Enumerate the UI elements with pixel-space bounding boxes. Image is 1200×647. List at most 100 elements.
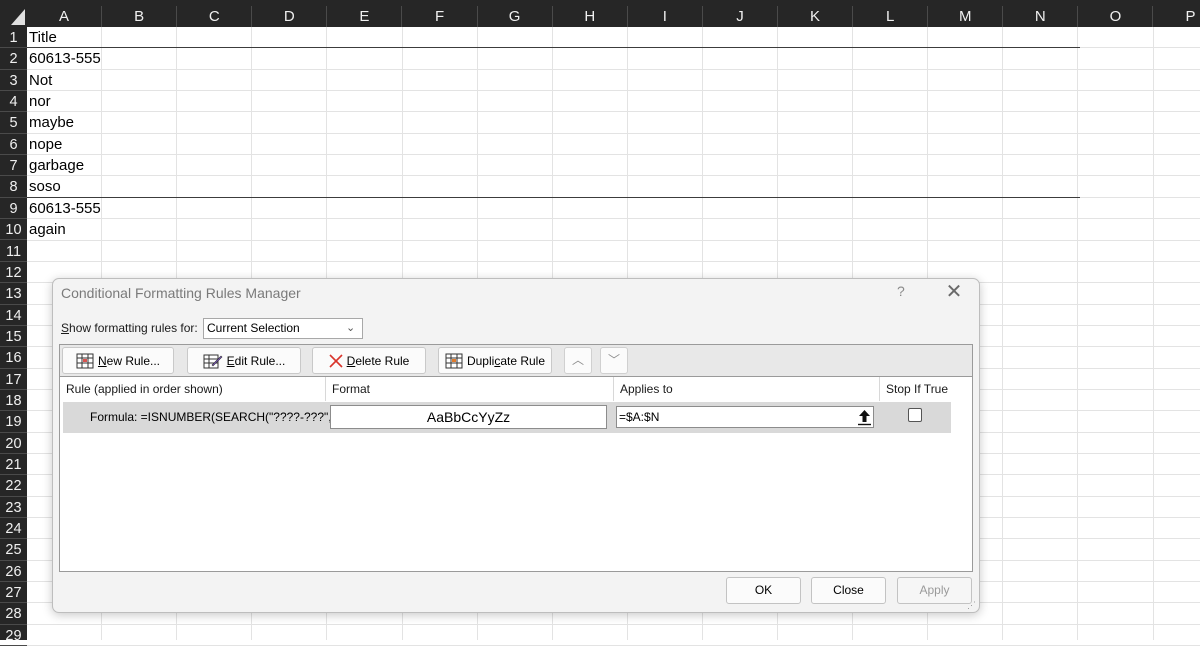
duplicate-rule-button[interactable]: Duplicate Rule [438, 347, 552, 374]
column-header-n[interactable]: N [1003, 6, 1078, 27]
row-header-7[interactable]: 7 [0, 155, 27, 176]
column-header-l[interactable]: L [853, 6, 928, 27]
select-all-corner[interactable] [0, 0, 27, 27]
column-header-g[interactable]: G [478, 6, 553, 27]
cell-a6[interactable]: nope [29, 134, 62, 155]
new-rule-button[interactable]: New Rule... [62, 347, 174, 374]
column-header-m[interactable]: M [928, 6, 1003, 27]
show-rules-dropdown[interactable]: Current Selection ⌄ [203, 318, 363, 339]
move-down-button[interactable]: ﹀ [600, 347, 628, 374]
row-header-25[interactable]: 25 [0, 539, 27, 560]
column-header-h[interactable]: H [553, 6, 628, 27]
cell-a4[interactable]: nor [29, 91, 51, 112]
show-rules-label-text: how formatting rules for: [69, 321, 198, 335]
row-header-9[interactable]: 9 [0, 198, 27, 219]
cell-a8[interactable]: soso [29, 176, 61, 197]
row-header-4[interactable]: 4 [0, 91, 27, 112]
format-column-header: Format [326, 377, 614, 401]
row-header-15[interactable]: 15 [0, 326, 27, 347]
row-header-18[interactable]: 18 [0, 390, 27, 411]
column-header-d[interactable]: D [252, 6, 327, 27]
applies-to-value: =$A:$N [619, 410, 659, 424]
row-header-23[interactable]: 23 [0, 497, 27, 518]
show-rules-label: Show formatting rules for: [61, 321, 198, 335]
gridline-horizontal [27, 261, 1200, 262]
row-header-27[interactable]: 27 [0, 582, 27, 603]
row-header-13[interactable]: 13 [0, 283, 27, 304]
conditional-formatting-dialog: Conditional Formatting Rules Manager ? ✕… [52, 278, 980, 613]
column-header-p[interactable]: P [1154, 6, 1200, 27]
row-header-26[interactable]: 26 [0, 561, 27, 582]
chevron-down-icon: ⌄ [346, 321, 355, 334]
row-header-19[interactable]: 19 [0, 411, 27, 432]
edit-rule-button[interactable]: Edit Rule... [187, 347, 301, 374]
row-header-11[interactable]: 11 [0, 241, 27, 262]
stop-if-true-column-header: Stop If True [880, 377, 952, 401]
row-header-5[interactable]: 5 [0, 112, 27, 133]
help-button[interactable]: ? [897, 283, 905, 299]
column-header-c[interactable]: C [177, 6, 252, 27]
column-header-j[interactable]: J [703, 6, 778, 27]
row-header-14[interactable]: 14 [0, 305, 27, 326]
row-header-29[interactable]: 29 [0, 625, 27, 646]
column-headers: ABCDEFGHIJKLMNOP [27, 6, 1200, 27]
row-header-2[interactable]: 2 [0, 48, 27, 69]
new-rule-icon [76, 353, 94, 369]
cell-a5[interactable]: maybe [29, 112, 74, 133]
dialog-title: Conditional Formatting Rules Manager [61, 285, 301, 301]
row-header-1[interactable]: 1 [0, 27, 27, 48]
row-header-17[interactable]: 17 [0, 369, 27, 390]
row-header-3[interactable]: 3 [0, 70, 27, 91]
row-headers: 1234567891011121314151617181920212223242… [0, 27, 27, 640]
row-header-10[interactable]: 10 [0, 219, 27, 240]
cell-a1[interactable]: Title [29, 27, 57, 48]
delete-rule-button[interactable]: Delete Rule [312, 347, 426, 374]
gridline-vertical [1153, 27, 1154, 640]
gridline-horizontal [27, 175, 1200, 176]
cell-a9[interactable]: 60613-555 [29, 198, 101, 219]
row-header-22[interactable]: 22 [0, 475, 27, 496]
column-header-f[interactable]: F [403, 6, 478, 27]
cell-bottom-border [27, 197, 1080, 198]
close-button[interactable]: Close [811, 577, 886, 604]
gridline-horizontal [27, 645, 1200, 646]
rule-row[interactable]: Formula: =ISNUMBER(SEARCH("????-???",$..… [63, 402, 951, 433]
close-icon[interactable]: ✕ [943, 281, 965, 303]
row-header-12[interactable]: 12 [0, 262, 27, 283]
ok-button[interactable]: OK [726, 577, 801, 604]
applies-to-field[interactable]: =$A:$N [616, 406, 874, 428]
resize-grip-icon[interactable]: ⋰ [967, 600, 977, 610]
gridline-horizontal [27, 240, 1200, 241]
edit-rule-label: Edit Rule... [227, 354, 286, 368]
column-header-i[interactable]: I [628, 6, 703, 27]
cell-a3[interactable]: Not [29, 70, 52, 91]
rule-column-header: Rule (applied in order shown) [60, 377, 326, 401]
rule-formula: Formula: =ISNUMBER(SEARCH("????-???",$..… [90, 410, 348, 424]
row-header-28[interactable]: 28 [0, 603, 27, 624]
row-header-24[interactable]: 24 [0, 518, 27, 539]
column-header-b[interactable]: B [102, 6, 177, 27]
move-up-button[interactable]: ︿ [564, 347, 592, 374]
gridline-vertical [1002, 27, 1003, 640]
row-header-6[interactable]: 6 [0, 134, 27, 155]
cell-a10[interactable]: again [29, 219, 66, 240]
collapse-dialog-arrow-icon[interactable] [856, 408, 873, 426]
duplicate-rule-label: Duplicate Rule [467, 354, 545, 368]
column-header-e[interactable]: E [327, 6, 402, 27]
column-header-a[interactable]: A [27, 6, 102, 27]
cell-a7[interactable]: garbage [29, 155, 84, 176]
column-header-o[interactable]: O [1078, 6, 1153, 27]
gridline-horizontal [27, 69, 1200, 70]
rules-list: Rule (applied in order shown) Format App… [59, 376, 973, 572]
column-header-k[interactable]: K [778, 6, 853, 27]
show-rules-value: Current Selection [207, 321, 300, 335]
apply-button[interactable]: Apply [897, 577, 972, 604]
gridline-horizontal [27, 624, 1200, 625]
duplicate-rule-icon [445, 353, 463, 369]
row-header-20[interactable]: 20 [0, 433, 27, 454]
cell-a2[interactable]: 60613-555 [29, 48, 101, 69]
row-header-16[interactable]: 16 [0, 347, 27, 368]
stop-if-true-checkbox[interactable] [908, 408, 922, 422]
row-header-21[interactable]: 21 [0, 454, 27, 475]
row-header-8[interactable]: 8 [0, 176, 27, 197]
